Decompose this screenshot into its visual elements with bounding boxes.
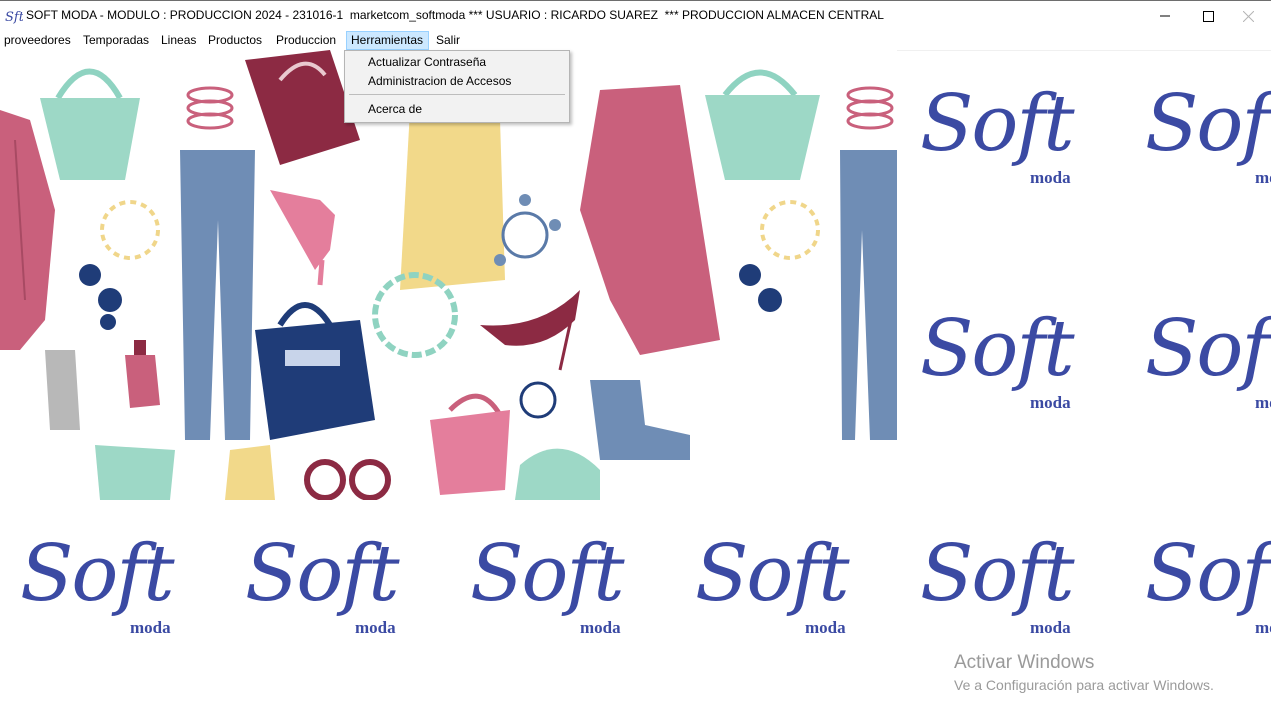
minimize-icon (1160, 15, 1170, 17)
yellow-bag-icon (225, 445, 275, 500)
logo-sub: moda (580, 618, 621, 637)
yellow-skirt-icon (400, 110, 505, 290)
menu-actualizar-contrasena[interactable]: Actualizar Contraseña (346, 53, 568, 72)
soft-moda-logo: Softmoda (1125, 275, 1271, 500)
logo-word: Soft (920, 304, 1075, 394)
logo-word: Soft (1145, 304, 1271, 394)
soft-moda-logo: Softmoda (450, 500, 675, 718)
menu-separator (349, 94, 565, 95)
grey-shoe-icon (45, 350, 80, 430)
menu-productos[interactable]: Productos (204, 31, 266, 50)
app-window: Sft SOFT MODA - MODULO : PRODUCCION 2024… (0, 0, 1271, 718)
soft-moda-logo: Softmoda (900, 50, 1125, 275)
softmoda-app-icon: Sft (5, 10, 23, 25)
blue-jeans-right-icon (840, 150, 897, 440)
menu-administracion-accesos[interactable]: Administracion de Accesos (346, 72, 568, 91)
menu-lineas[interactable]: Lineas (157, 31, 200, 50)
maximize-icon (1202, 10, 1214, 22)
logo-word: Soft (20, 529, 175, 619)
logo-word: Soft (1145, 529, 1271, 619)
logo-sub: moda (355, 618, 396, 637)
soft-moda-logo: Softmoda (225, 500, 450, 718)
main-background: SoftmodaSoftmodaSoftmodaSoftmodaSoftmoda… (0, 50, 1271, 718)
logo-word: Soft (920, 79, 1075, 169)
mint-bag-bottom-icon (95, 445, 175, 500)
menu-salir[interactable]: Salir (432, 31, 464, 50)
logo-sub: moda (1030, 168, 1071, 187)
minimize-button[interactable] (1142, 1, 1188, 31)
logo-sub: moda (1255, 618, 1271, 637)
menu-herramientas[interactable]: Herramientas (346, 31, 429, 50)
menu-proveedores[interactable]: proveedores (0, 31, 75, 50)
soft-moda-logo: Softmoda (900, 275, 1125, 500)
logo-sub: moda (1255, 168, 1271, 187)
logo-sub: moda (805, 618, 846, 637)
logo-sub: moda (1255, 393, 1271, 412)
watch-icon (519, 381, 557, 419)
soft-moda-logo: Softmoda (675, 500, 900, 718)
menu-produccion[interactable]: Produccion (272, 31, 340, 50)
close-button[interactable] (1225, 1, 1271, 31)
logo-word: Soft (920, 529, 1075, 619)
activation-watermark-title: Activar Windows (954, 652, 1095, 673)
soft-moda-logo: Softmoda (0, 500, 225, 718)
close-icon (1242, 10, 1254, 22)
logo-word: Soft (1145, 79, 1271, 169)
logo-word: Soft (245, 529, 400, 619)
menu-bar: proveedores Temporadas Lineas Productos … (0, 31, 1271, 51)
logo-sub: moda (130, 618, 171, 637)
logo-sub: moda (1030, 393, 1071, 412)
menu-acerca-de[interactable]: Acerca de (346, 100, 568, 119)
logo-word: Soft (695, 529, 850, 619)
window-title: SOFT MODA - MODULO : PRODUCCION 2024 - 2… (26, 8, 884, 22)
activation-watermark-subtitle: Ve a Configuración para activar Windows. (954, 677, 1214, 693)
logo-word: Soft (470, 529, 625, 619)
svg-text:Sft: Sft (5, 10, 23, 25)
menu-temporadas[interactable]: Temporadas (79, 31, 153, 50)
herramientas-dropdown: Actualizar Contraseña Administracion de … (344, 50, 570, 123)
soft-moda-logo: Softmoda (1125, 50, 1271, 275)
logo-sub: moda (1030, 618, 1071, 637)
title-bar[interactable]: Sft SOFT MODA - MODULO : PRODUCCION 2024… (0, 0, 1271, 31)
